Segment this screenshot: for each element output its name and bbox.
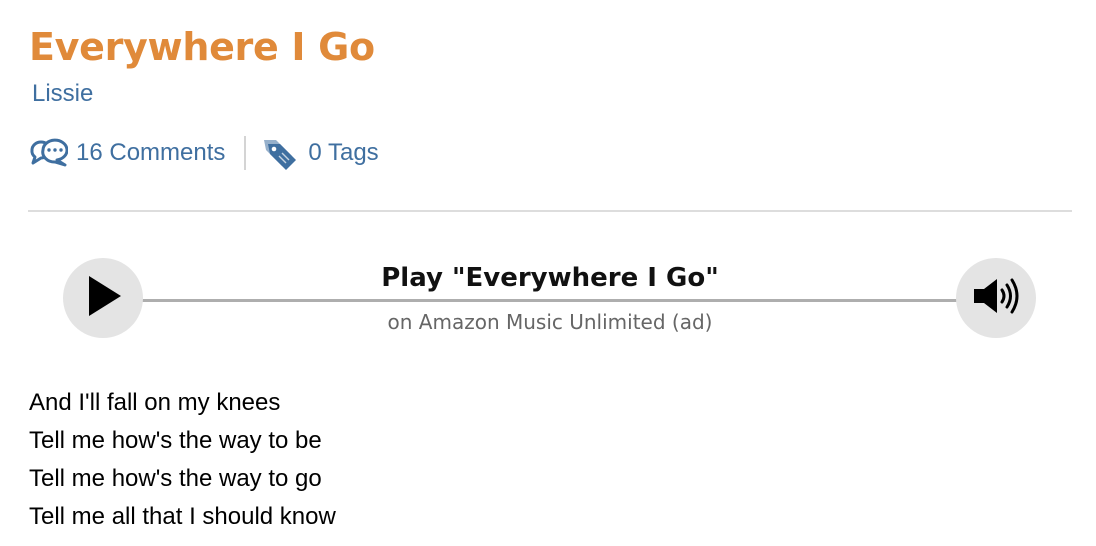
tags-label: 0 Tags [308, 139, 379, 166]
artist-link[interactable]: Lissie [32, 79, 93, 109]
lyric-line: Tell me how's the way to be [29, 427, 322, 454]
song-meta-bar: 16 Comments 0 Tags [28, 134, 379, 172]
comments-link[interactable]: 16 Comments [28, 136, 225, 170]
volume-icon [971, 276, 1021, 321]
player-subtitle: on Amazon Music Unlimited (ad) [387, 310, 713, 334]
player-title[interactable]: Play "Everywhere I Go" [250, 260, 850, 296]
play-icon [83, 274, 123, 323]
lyric-line: Tell me how's the way to go [29, 465, 322, 492]
lyric-line: And I'll fall on my knees [29, 389, 281, 416]
volume-button[interactable] [956, 258, 1036, 338]
lyrics-block: And I'll fall on my knees Tell me how's … [29, 384, 336, 536]
comments-label: 16 Comments [76, 139, 226, 166]
tag-icon [262, 136, 298, 170]
play-button[interactable] [63, 258, 143, 338]
player-progress-track[interactable] [140, 299, 960, 302]
meta-separator [244, 136, 247, 170]
lyric-line: Tell me all that I should know [29, 503, 336, 530]
comments-icon [28, 136, 68, 170]
song-title: Everywhere I Go [29, 25, 375, 69]
section-divider [28, 210, 1072, 212]
tags-link[interactable]: 0 Tags [262, 136, 379, 170]
